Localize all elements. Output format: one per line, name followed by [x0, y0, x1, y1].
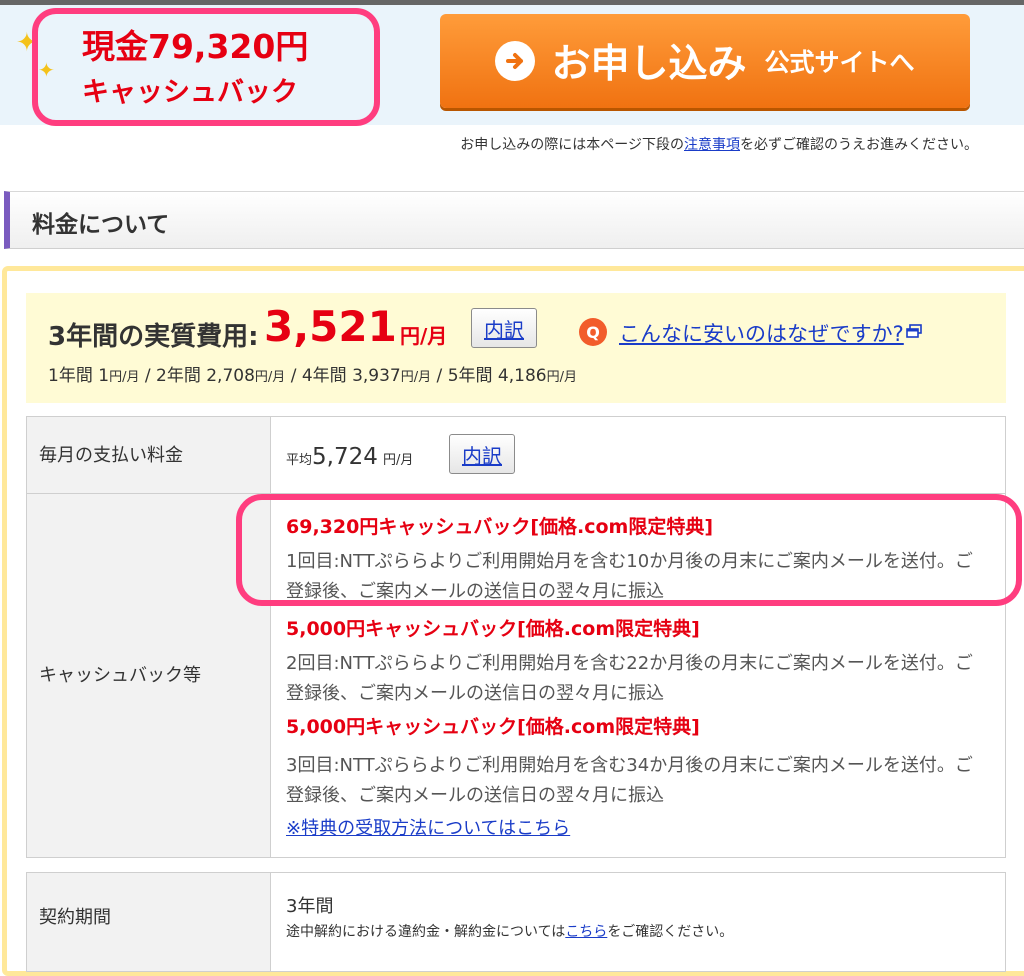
arrow-right-circle-icon: [495, 41, 536, 81]
effective-cost-value: 3,521: [264, 302, 397, 351]
contract-note-before: 途中解約における違約金・解約金については: [286, 924, 566, 940]
cashback-item-desc: 2回目:NTTぷららよりご利用開始月を含む22か月後の月末にご案内メールを送付。…: [286, 653, 973, 704]
period-value: 1: [98, 366, 110, 386]
cashback-item-title: 5,000円キャッシュバック[価格.com限定特典]: [286, 618, 700, 640]
period-costs: 1年間 1円/月 / 2年間 2,708円/月 / 4年間 3,937円/月 /…: [48, 366, 577, 386]
contract-note: 途中解約における違約金・解約金についてはこちらをご確認ください。: [286, 921, 733, 941]
contract-note-after: をご確認ください。: [607, 924, 734, 940]
period-label: 2年間: [156, 366, 201, 386]
period-unit: 円/月: [109, 370, 140, 385]
section-header: 料金について: [4, 191, 1024, 249]
table-header-column: [27, 417, 271, 857]
monthly-fee: 平均5,724 円/月: [286, 444, 413, 470]
how-to-receive-link[interactable]: ※特典の受取方法についてはこちら: [286, 814, 570, 840]
effective-cost-label: 3年間の実質費用:: [48, 322, 259, 352]
period-unit: 円/月: [254, 370, 286, 385]
cashback-highlight-ring: [236, 494, 1022, 606]
cashback-item-title: 5,000円キャッシュバック[価格.com限定特典]: [286, 716, 700, 738]
notice-text: お申し込みの際には本ページ下段の注意事項を必ずご確認のうえお進みください。: [460, 134, 978, 154]
monthly-fee-prefix: 平均: [286, 453, 313, 468]
cashback-header: キャッシュバック等: [39, 665, 201, 686]
cashback-amount: 現金79,320円: [82, 27, 309, 66]
period-label: 1年間: [48, 366, 93, 386]
apply-button-sublabel: 公式サイトへ: [764, 48, 915, 77]
monthly-breakdown-button[interactable]: 内訳: [449, 434, 515, 474]
effective-cost-unit: 円/月: [400, 324, 448, 348]
monthly-fee-unit: 円/月: [382, 453, 414, 468]
notice-link[interactable]: 注意事項: [684, 137, 740, 153]
period-value: 4,186: [497, 366, 547, 386]
contract-period-header: 契約期間: [39, 907, 111, 928]
monthly-fee-header: 毎月の支払い料金: [39, 445, 183, 466]
period-value: 3,937: [352, 366, 401, 386]
period-value: 2,708: [206, 366, 255, 386]
cashback-item-desc: 3回目:NTTぷららよりご利用開始月を含む34か月後の月末にご案内メールを送付。…: [286, 755, 973, 806]
apply-button-label: お申し込み: [551, 42, 747, 87]
period-unit: 円/月: [546, 370, 577, 385]
cost-breakdown-label: 内訳: [484, 317, 524, 342]
monthly-breakdown-label: 内訳: [462, 443, 502, 468]
question-icon: Q: [579, 318, 607, 346]
cashback-label: キャッシュバック: [82, 77, 298, 108]
why-cheap-link[interactable]: こんなに安いのはなぜですか?: [619, 318, 904, 348]
contract-period-value: 3年間: [286, 896, 334, 917]
notice-before: お申し込みの際には本ページ下段の: [460, 137, 684, 153]
cost-breakdown-button[interactable]: 内訳: [471, 308, 537, 348]
period-label: 5年間: [447, 366, 493, 386]
monthly-fee-value: 5,724: [312, 444, 378, 470]
notice-after: を必ずご確認のうえお進みください。: [740, 137, 978, 153]
cancellation-fee-link[interactable]: こちら: [565, 924, 607, 940]
external-window-icon: [906, 324, 922, 338]
apply-button[interactable]: お申し込み 公式サイトへ: [440, 14, 970, 108]
period-unit: 円/月: [400, 370, 432, 385]
period-label: 4年間: [301, 366, 347, 386]
section-title: 料金について: [32, 212, 170, 238]
